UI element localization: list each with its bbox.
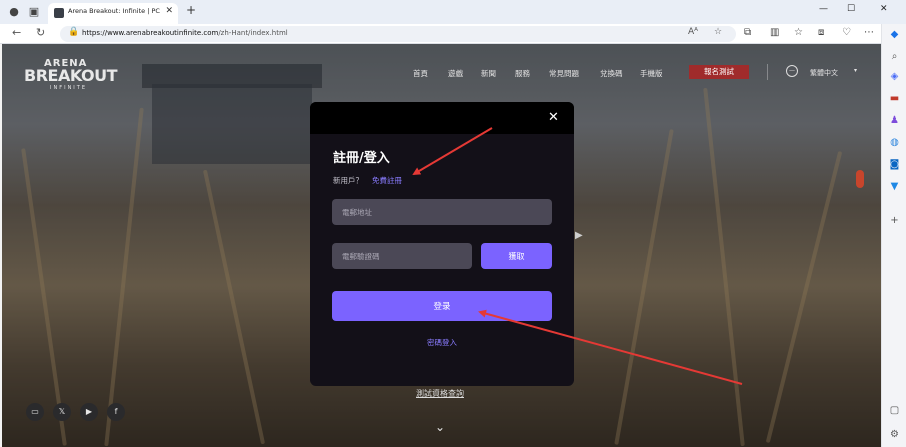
side-float-tab[interactable]: [856, 170, 864, 188]
outlook-icon[interactable]: ◙: [888, 158, 901, 171]
extensions-icon[interactable]: ⧉: [744, 27, 751, 38]
sidebar-settings-icon[interactable]: ⚙: [888, 428, 901, 441]
youtube-icon[interactable]: ▶: [80, 403, 98, 421]
collections-icon[interactable]: ⧈: [818, 27, 824, 38]
globe-icon[interactable]: —: [786, 65, 798, 77]
nav-faq[interactable]: 常見問題: [549, 68, 579, 79]
logo-line-2: BREAKOUT: [24, 66, 118, 85]
login-modal: ✕ 註冊/登入 新用戶？ 免費註冊 獲取 登录 密碼登入: [310, 102, 574, 386]
url-host: https://www.arenabreakoutinfinite.com: [82, 29, 219, 37]
tab-close-icon[interactable]: ✕: [165, 6, 173, 16]
language-select[interactable]: 繁體中文: [810, 68, 838, 78]
maximize-button[interactable]: ☐: [847, 4, 855, 14]
more-menu-icon[interactable]: ⋯: [864, 27, 874, 38]
address-toolbar: ← ↻ 🔒 https://www.arenabreakoutinfinite.…: [0, 24, 906, 44]
register-test-button[interactable]: 報名測試: [689, 65, 749, 79]
site-favicon-icon: [54, 8, 64, 18]
nav-news[interactable]: 新聞: [481, 68, 496, 79]
sidebar-screenshot-icon[interactable]: ▢: [888, 404, 901, 417]
nav-redeem[interactable]: 兌換碼: [600, 68, 623, 79]
nav-game[interactable]: 遊戲: [448, 68, 463, 79]
verification-code-field[interactable]: [332, 243, 472, 269]
copilot-icon[interactable]: ◆: [888, 28, 901, 41]
browser-tab-active[interactable]: Arena Breakout: Infinite | PC STEAM ✕: [48, 3, 178, 24]
password-login-link[interactable]: 密碼登入: [310, 337, 574, 348]
edge-sidebar: ◆ ⌕ ◈ ▬ ♟ ◍ ◙ ▼ + ▢ ⚙: [881, 24, 906, 447]
favorites-icon[interactable]: ☆: [794, 27, 803, 38]
x-twitter-icon[interactable]: 𝕏: [53, 403, 71, 421]
close-window-button[interactable]: ✕: [880, 4, 888, 14]
refresh-icon[interactable]: ↻: [36, 26, 45, 39]
sidebar-games-icon[interactable]: ◍: [888, 136, 901, 149]
profile-icon[interactable]: ●: [6, 4, 22, 20]
play-icon[interactable]: ▶: [575, 230, 583, 241]
modal-title: 註冊/登入: [333, 151, 390, 166]
url-text: https://www.arenabreakoutinfinite.com/zh…: [82, 29, 288, 37]
new-user-label: 新用戶？: [333, 176, 363, 185]
nav-service[interactable]: 服務: [515, 68, 530, 79]
email-field[interactable]: [332, 199, 552, 225]
site-logo[interactable]: ARENA BREAKOUT INFINITE: [24, 58, 118, 91]
nav-divider: [767, 64, 768, 80]
modal-header: [310, 102, 574, 134]
tab-title: Arena Breakout: Infinite | PC STEAM: [68, 7, 160, 15]
sidebar-toolbox-icon[interactable]: ▬: [888, 92, 901, 105]
browser-window: ● ▣ Arena Breakout: Infinite | PC STEAM …: [0, 0, 906, 447]
qualification-check-link[interactable]: 測試資格查詢: [416, 388, 464, 399]
chevron-down-icon[interactable]: ▾: [854, 67, 857, 74]
nav-home[interactable]: 首頁: [413, 68, 428, 79]
logo-line-3: INFINITE: [50, 85, 87, 91]
minimize-button[interactable]: —: [819, 4, 828, 14]
back-icon[interactable]: ←: [12, 26, 21, 39]
get-code-button[interactable]: 獲取: [481, 243, 552, 269]
split-screen-icon[interactable]: ▥: [770, 27, 779, 38]
discord-icon[interactable]: ▭: [26, 403, 44, 421]
facebook-icon[interactable]: f: [107, 403, 125, 421]
favorite-star-icon[interactable]: ☆: [714, 27, 722, 37]
free-register-link[interactable]: 免費註冊: [372, 175, 402, 186]
url-path: /zh-Hant/index.html: [218, 29, 288, 37]
tab-actions-icon[interactable]: ▣: [26, 4, 42, 20]
new-tab-button[interactable]: +: [186, 3, 196, 17]
scroll-down-icon[interactable]: ⌄: [435, 420, 445, 434]
sidebar-search-icon[interactable]: ⌕: [888, 50, 901, 63]
read-aloud-icon[interactable]: Aᴬ: [688, 27, 698, 37]
sidebar-tag-icon[interactable]: ◈: [888, 70, 901, 83]
login-button[interactable]: 登录: [332, 291, 552, 321]
sidebar-drop-icon[interactable]: ▼: [888, 180, 901, 193]
browser-essentials-icon[interactable]: ♡: [842, 27, 851, 38]
tab-strip: ● ▣ Arena Breakout: Infinite | PC STEAM …: [0, 0, 906, 24]
address-bar[interactable]: 🔒 https://www.arenabreakoutinfinite.com/…: [60, 26, 736, 42]
web-page: ARENA BREAKOUT INFINITE 首頁 遊戲 新聞 服務 常見問題…: [2, 44, 881, 447]
sidebar-people-icon[interactable]: ♟: [888, 114, 901, 127]
nav-mobile[interactable]: 手機版: [640, 68, 663, 79]
sidebar-add-icon[interactable]: +: [888, 214, 901, 227]
close-icon[interactable]: ✕: [548, 110, 559, 126]
lock-icon[interactable]: 🔒: [68, 27, 79, 37]
